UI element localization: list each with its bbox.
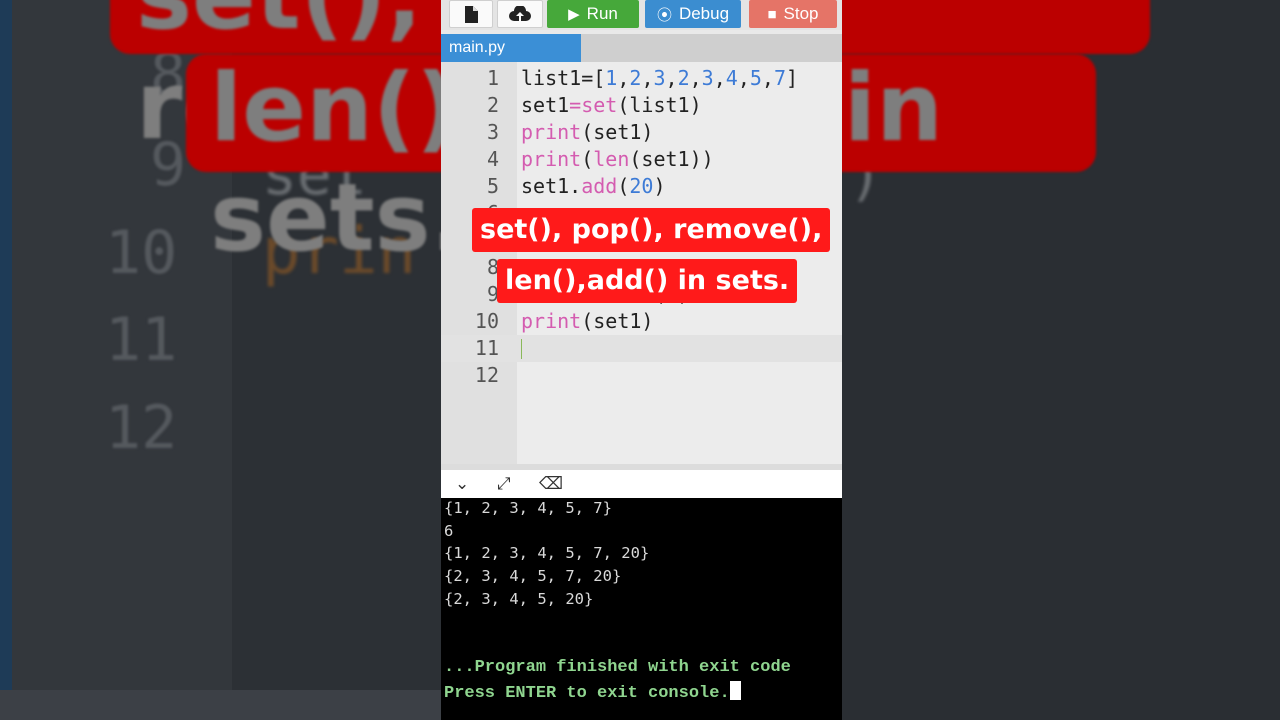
console-line: {2, 3, 4, 5, 20}	[444, 590, 594, 608]
line-number: 3	[486, 120, 499, 144]
console-toolbar: ⌄ ⤢ ⌫	[441, 464, 842, 498]
line-number: 5	[486, 174, 499, 198]
stop-button[interactable]: ■ Stop	[749, 0, 837, 28]
console-line: 6	[444, 522, 454, 540]
line-number: 4	[486, 147, 499, 171]
tab-main-py[interactable]: main.py	[441, 34, 581, 62]
background-bottom-strip	[0, 690, 441, 720]
ide-panel: ▶ Run ⦿ Debug ■ Stop main.py 1 list1=[1,…	[441, 0, 842, 720]
stop-label: Stop	[783, 4, 819, 23]
code-line: 10 print(set1)	[441, 308, 842, 335]
stop-icon: ■	[767, 5, 777, 23]
press-enter-message: Press ENTER to exit console.	[444, 684, 730, 703]
line-number: 8	[486, 255, 499, 279]
code-text: print(len(set1))	[521, 147, 714, 171]
console-line: {1, 2, 3, 4, 5, 7, 20}	[444, 544, 650, 562]
chevron-down-icon[interactable]: ⌄	[455, 474, 469, 494]
background-line-number: 11	[105, 305, 178, 375]
title-line2: len(),add() in sets.	[497, 259, 798, 303]
code-line: 1 list1=[1,2,3,2,3,4,5,7]	[441, 65, 842, 92]
press-enter-line: Press ENTER to exit console.	[444, 681, 741, 703]
code-text: print(set1)	[521, 120, 654, 144]
background-line-number: 10	[105, 218, 178, 288]
file-icon	[465, 5, 478, 23]
program-finished-message: ...Program finished with exit code	[444, 658, 791, 677]
toolbar: ▶ Run ⦿ Debug ■ Stop	[441, 0, 842, 30]
line-number: 11	[474, 336, 499, 360]
tab-bar: main.py	[441, 34, 842, 62]
run-label: Run	[586, 4, 618, 23]
code-line: 5 set1.add(20)	[441, 173, 842, 200]
console-line: {1, 2, 3, 4, 5, 7}	[444, 499, 612, 517]
cloud-upload-icon	[509, 5, 531, 21]
debug-label: Debug	[678, 4, 730, 23]
title-line1: set(), pop(), remove(),	[472, 208, 831, 252]
run-button[interactable]: ▶ Run	[547, 0, 639, 28]
background-line-number: 12	[105, 393, 178, 463]
code-text: print(set1)	[521, 309, 654, 333]
console-line: {2, 3, 4, 5, 7, 20}	[444, 567, 622, 585]
code-text: list1=[1,2,3,2,3,4,5,7]	[521, 66, 799, 90]
code-line-active: 11	[441, 335, 842, 362]
line-number: 2	[486, 93, 499, 117]
code-line: 3 print(set1)	[441, 119, 842, 146]
line-number: 9	[486, 282, 499, 306]
code-text: set1.add(20)	[521, 174, 666, 198]
code-text: set1=set(list1)	[521, 93, 702, 117]
new-file-button[interactable]	[449, 0, 493, 28]
code-line: 2 set1=set(list1)	[441, 92, 842, 119]
clear-console-icon[interactable]: ⌫	[539, 474, 563, 494]
debug-button[interactable]: ⦿ Debug	[645, 0, 741, 28]
play-icon: ▶	[568, 6, 580, 23]
line-number: 12	[474, 363, 499, 387]
line-number: 1	[486, 66, 499, 90]
code-line: 4 print(len(set1))	[441, 146, 842, 173]
code-line: 12	[441, 362, 842, 389]
terminal-cursor	[729, 681, 741, 700]
expand-icon[interactable]: ⤢	[497, 474, 511, 494]
text-cursor	[521, 339, 522, 359]
upload-button[interactable]	[497, 0, 543, 28]
line-number: 10	[474, 309, 499, 333]
debug-icon: ⦿	[656, 6, 672, 24]
background-left-bar	[0, 0, 12, 720]
console-output[interactable]: {1, 2, 3, 4, 5, 7} 6 {1, 2, 3, 4, 5, 7, …	[441, 498, 842, 720]
